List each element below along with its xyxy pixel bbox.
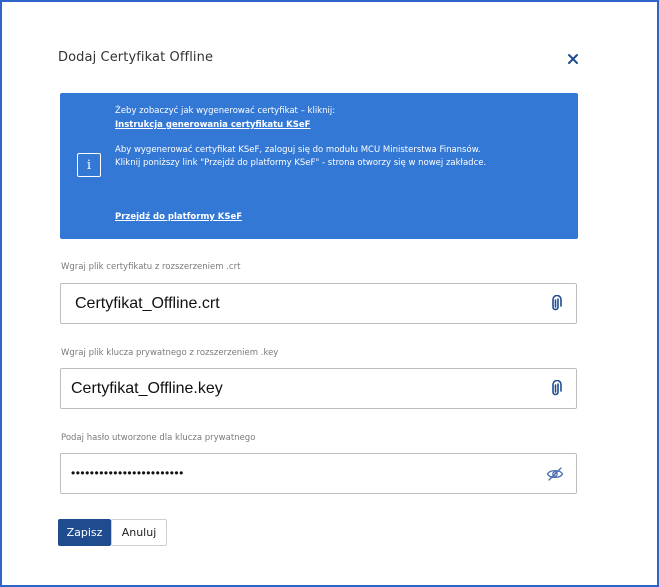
info-line-1: Żeby zobaczyć jak wygenerować certyfikat… [115,106,336,116]
info-banner: i Żeby zobaczyć jak wygenerować certyfik… [60,93,578,239]
paperclip-icon[interactable] [548,379,564,398]
info-line-2: Aby wygenerować certyfikat KSeF, zaloguj… [115,145,481,155]
close-button[interactable] [564,50,582,68]
password-field-label: Podaj hasło utworzone dla klucza prywatn… [61,433,256,443]
info-icon: i [77,153,101,177]
ksef-platform-link[interactable]: Przejdź do platformy KSeF [115,212,242,222]
key-file-value: Certyfikat_Offline.key [71,380,223,397]
close-icon [568,54,578,64]
key-field-label: Wgraj plik klucza prywatnego z rozszerze… [61,348,279,358]
dialog-frame: Dodaj Certyfikat Offline i Żeby zobaczyć… [0,0,659,587]
crt-field-label: Wgraj plik certyfikatu z rozszerzeniem .… [61,262,241,272]
crt-file-field[interactable]: Certyfikat_Offline.crt [60,283,577,324]
cancel-button[interactable]: Anuluj [111,519,167,546]
key-file-field[interactable]: Certyfikat_Offline.key [60,368,577,409]
eye-slash-icon[interactable] [546,466,564,484]
save-button[interactable]: Zapisz [58,519,111,546]
crt-file-value: Certyfikat_Offline.crt [75,295,220,312]
info-line-3: Kliknij poniższy link "Przejdź do platfo… [115,158,487,168]
password-value: •••••••••••••••••••••••• [71,466,184,480]
password-field[interactable]: •••••••••••••••••••••••• [60,453,577,494]
instruction-link[interactable]: Instrukcja generowania certyfikatu KSeF [115,120,310,130]
paperclip-icon[interactable] [548,294,564,313]
dialog-title: Dodaj Certyfikat Offline [58,50,214,65]
